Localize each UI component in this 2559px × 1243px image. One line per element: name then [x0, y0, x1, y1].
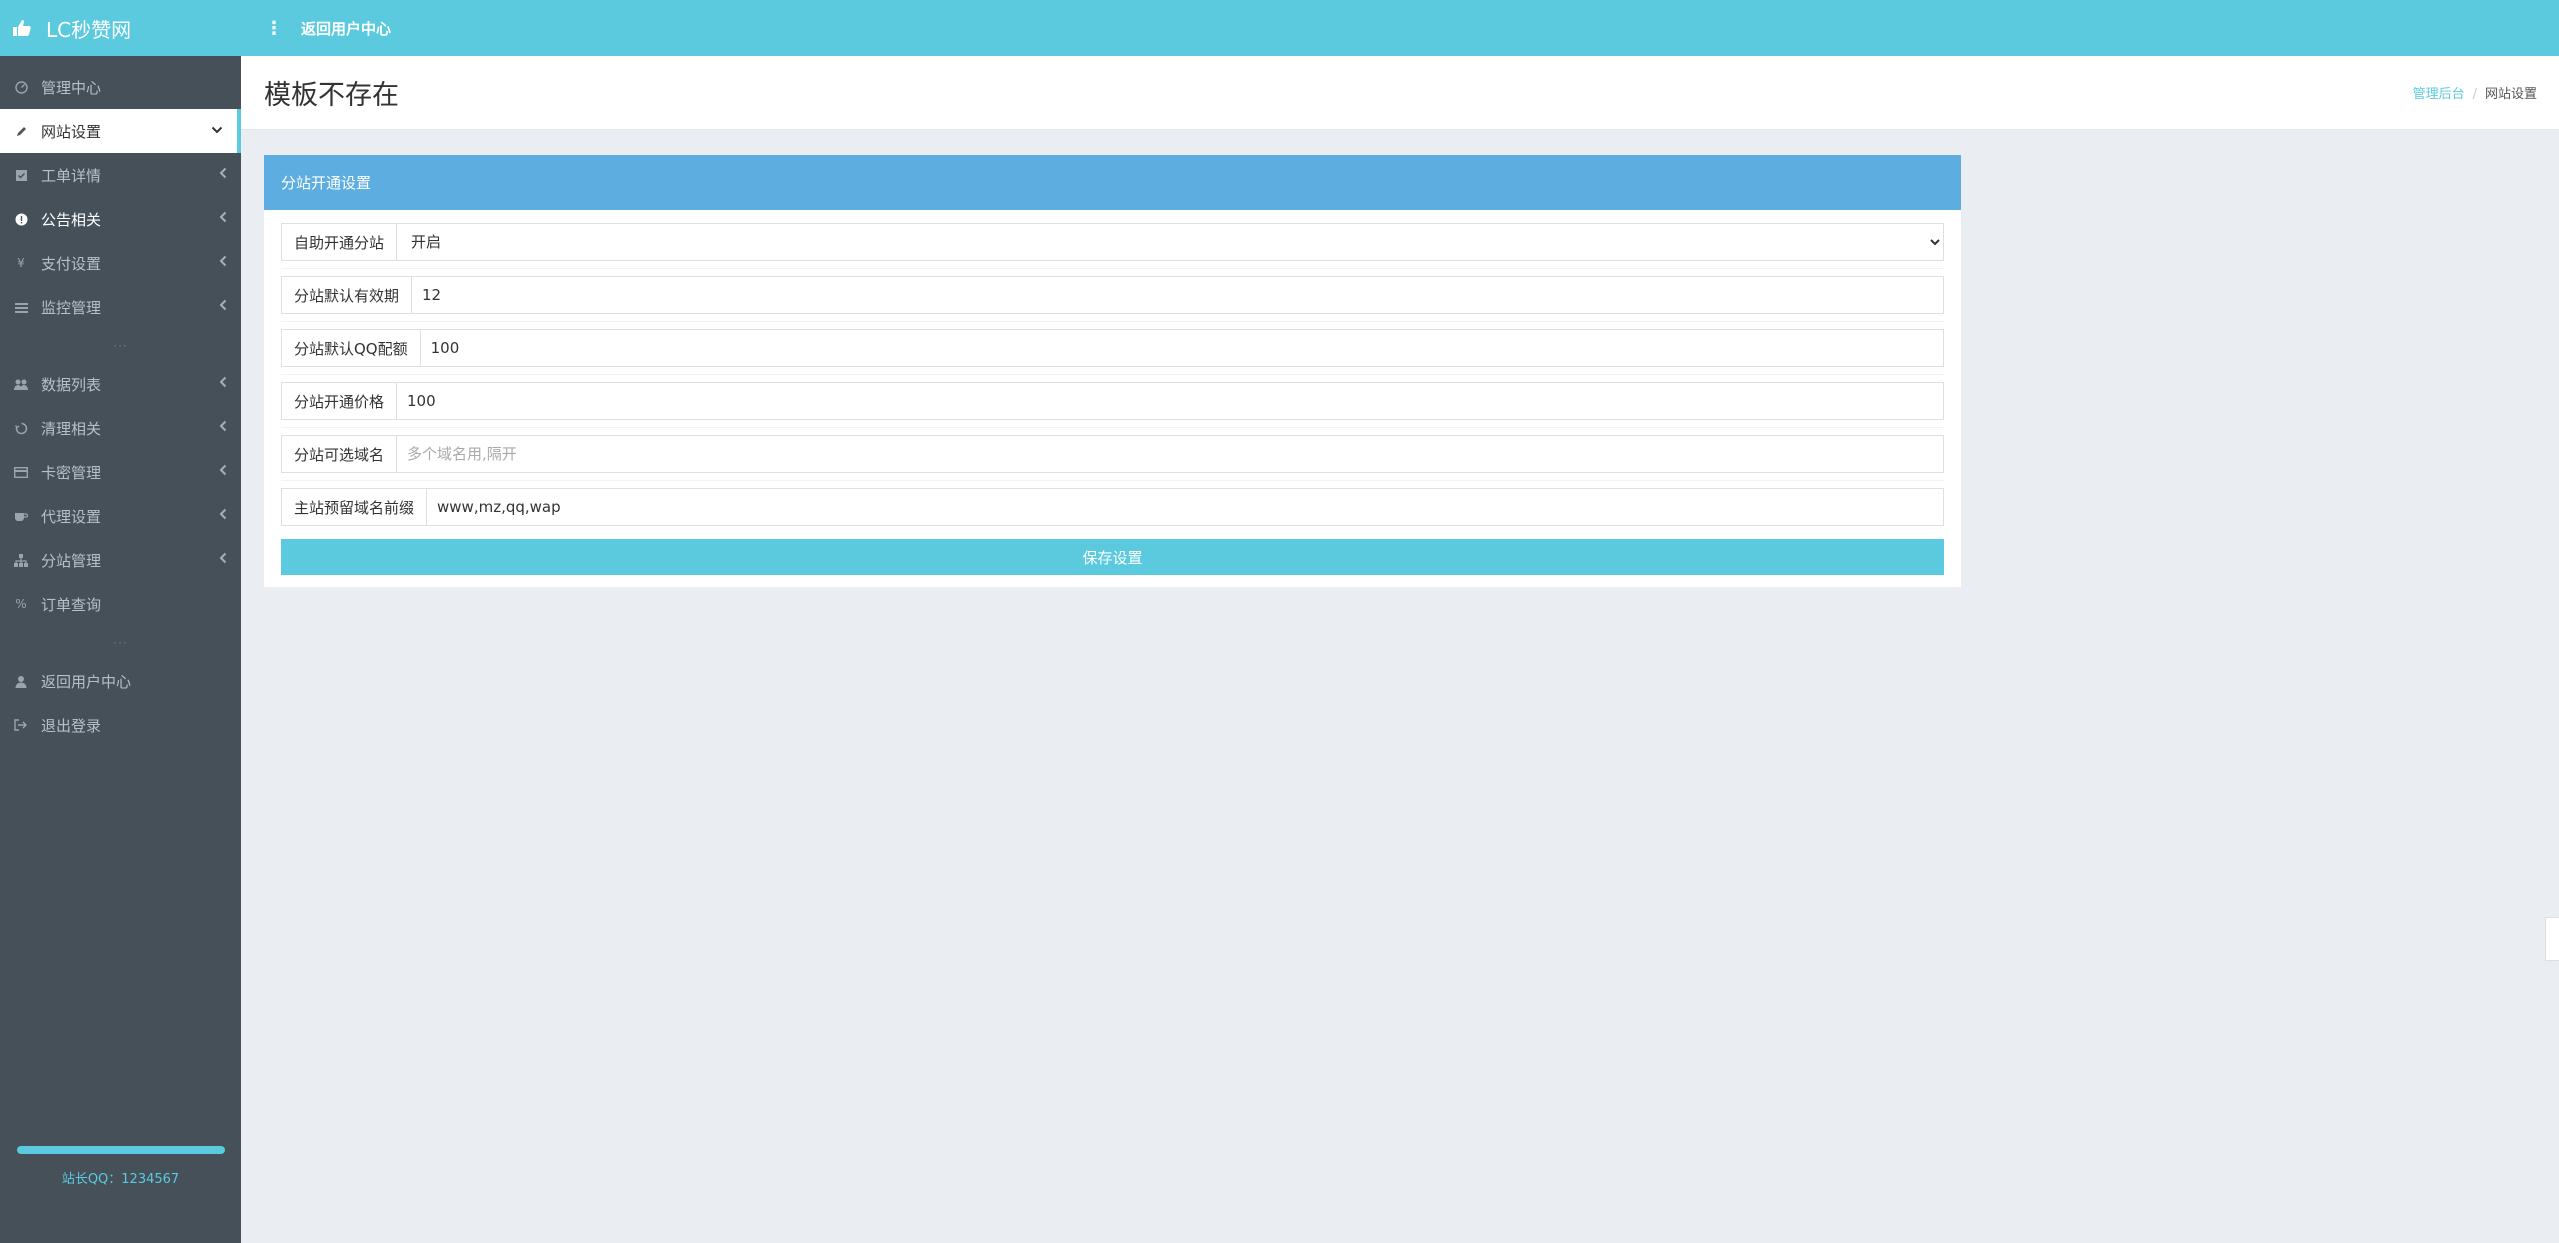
back-user-center-link[interactable]: 返回用户中心 — [301, 18, 391, 39]
sidebar-item-label: 数据列表 — [41, 375, 102, 394]
brand[interactable]: LC秒赞网 — [0, 0, 241, 56]
panel-title: 分站开通设置 — [264, 155, 1961, 210]
dashboard-icon — [14, 80, 28, 94]
input-group: 自助开通分站 开启 — [281, 223, 1944, 261]
sidebar-item-label: 网站设置 — [41, 122, 102, 141]
owner-qq: 站长QQ：1234567 — [61, 1172, 180, 1187]
page-header: 模板不存在 管理后台 / 网站设置 — [241, 56, 2559, 130]
chevron-left-icon — [219, 508, 227, 524]
sidebar-item-label: 监控管理 — [41, 298, 102, 317]
sitemap-icon — [14, 553, 28, 567]
users-icon — [14, 377, 28, 391]
sidebar-item-logout[interactable]: 退出登录 — [0, 703, 241, 747]
breadcrumb-home-link[interactable]: 管理后台 — [2413, 87, 2465, 102]
sidebar-item-label: 返回用户中心 — [41, 672, 132, 691]
sidebar-item-substation[interactable]: 分站管理 — [0, 538, 241, 582]
form-row-qq-quota: 分站默认QQ配额 — [281, 322, 1944, 375]
validity-input[interactable] — [412, 277, 1943, 313]
form-row-reserved-prefix: 主站预留域名前缀 — [281, 481, 1944, 533]
field-label: 主站预留域名前缀 — [282, 489, 428, 525]
sidebar-item-site-settings[interactable]: 网站设置 — [0, 109, 241, 153]
qq-quota-input[interactable] — [420, 330, 1943, 366]
chevron-left-icon — [219, 464, 227, 480]
progress-bar — [17, 1146, 225, 1154]
breadcrumb-current: 网站设置 — [2484, 87, 2537, 102]
side-float-tab[interactable] — [2545, 917, 2559, 961]
sidebar-item-label: 卡密管理 — [41, 463, 102, 482]
checkbox-icon — [14, 168, 28, 182]
form-row-price: 分站开通价格 — [281, 375, 1944, 428]
input-group: 分站开通价格 — [281, 382, 1944, 420]
domains-input[interactable] — [397, 436, 1943, 472]
chevron-left-icon — [219, 299, 227, 315]
substation-settings-panel: 分站开通设置 自助开通分站 开启 分站默认有效期 分站默认QQ配额 分 — [264, 155, 1961, 587]
field-label: 分站可选域名 — [282, 436, 398, 472]
chevron-left-icon — [219, 211, 227, 227]
sidebar-item-payment[interactable]: ¥ 支付设置 — [0, 241, 241, 285]
info-circle-icon — [14, 212, 28, 226]
form-row-self-open: 自助开通分站 开启 — [281, 216, 1944, 269]
sidebar-item-label: 公告相关 — [41, 210, 102, 229]
sign-out-icon — [14, 718, 28, 732]
form-row-validity: 分站默认有效期 — [281, 269, 1944, 322]
sidebar: 管理中心 网站设置 工单详情 公告相关 ¥ 支付设置 监控管理 ··· 数据列表… — [0, 56, 241, 1243]
brand-name: LC秒赞网 — [46, 17, 132, 42]
list-icon — [14, 300, 28, 314]
credit-card-icon — [14, 465, 28, 479]
sidebar-toggle-icon[interactable]: ⋮ — [265, 18, 283, 39]
sidebar-item-cards[interactable]: 卡密管理 — [0, 450, 241, 494]
input-group: 主站预留域名前缀 — [281, 488, 1944, 526]
sidebar-item-announcements[interactable]: 公告相关 — [0, 197, 241, 241]
sidebar-item-label: 支付设置 — [41, 254, 102, 273]
sidebar-item-dashboard[interactable]: 管理中心 — [0, 65, 241, 109]
sidebar-item-back-user[interactable]: 返回用户中心 — [0, 659, 241, 703]
sidebar-separator: ··· — [113, 635, 128, 650]
price-input[interactable] — [397, 383, 1943, 419]
chevron-left-icon — [219, 552, 227, 568]
chevron-down-icon — [211, 123, 223, 139]
sidebar-separator: ··· — [113, 338, 128, 353]
field-label: 分站开通价格 — [282, 383, 398, 419]
chevron-left-icon — [219, 420, 227, 436]
save-button[interactable]: 保存设置 — [281, 539, 1944, 575]
percent-icon: % — [15, 597, 27, 611]
breadcrumb-separator: / — [2472, 87, 2477, 102]
field-label: 分站默认QQ配额 — [282, 330, 421, 366]
sidebar-item-label: 订单查询 — [41, 595, 102, 614]
input-group: 分站默认QQ配额 — [281, 329, 1944, 367]
chevron-left-icon — [219, 167, 227, 183]
field-label: 分站默认有效期 — [282, 277, 413, 313]
sidebar-item-orders[interactable]: % 订单查询 — [0, 582, 241, 626]
coffee-icon — [14, 509, 28, 523]
sidebar-item-data-list[interactable]: 数据列表 — [0, 362, 241, 406]
form-row-domains: 分站可选域名 — [281, 428, 1944, 481]
input-group: 分站可选域名 — [281, 435, 1944, 473]
top-header: LC秒赞网 ⋮ 返回用户中心 — [0, 0, 2559, 56]
sidebar-item-label: 工单详情 — [41, 166, 102, 185]
page-title: 模板不存在 — [264, 80, 399, 111]
sidebar-item-label: 代理设置 — [41, 507, 102, 526]
sidebar-item-monitoring[interactable]: 监控管理 — [0, 285, 241, 329]
sidebar-item-cleanup[interactable]: 清理相关 — [0, 406, 241, 450]
reserved-prefix-input[interactable] — [427, 489, 1943, 525]
sidebar-item-label: 分站管理 — [41, 551, 102, 570]
chevron-left-icon — [219, 255, 227, 271]
breadcrumb: 管理后台 / 网站设置 — [2413, 83, 2537, 102]
sidebar-item-label: 管理中心 — [41, 78, 102, 97]
sidebar-item-label: 退出登录 — [41, 716, 102, 735]
sidebar-item-tickets[interactable]: 工单详情 — [0, 153, 241, 197]
user-icon — [14, 674, 28, 688]
sidebar-item-label: 清理相关 — [41, 419, 102, 438]
yen-icon: ¥ — [17, 256, 25, 270]
chevron-left-icon — [219, 376, 227, 392]
thumbs-up-icon — [13, 20, 31, 36]
pencil-icon — [14, 124, 28, 138]
self-open-select[interactable]: 开启 — [397, 224, 1943, 260]
panel-body: 自助开通分站 开启 分站默认有效期 分站默认QQ配额 分站开通价格 — [264, 210, 1961, 587]
recycle-icon — [14, 421, 28, 435]
field-label: 自助开通分站 — [282, 224, 398, 260]
sidebar-item-agent[interactable]: 代理设置 — [0, 494, 241, 538]
input-group: 分站默认有效期 — [281, 276, 1944, 314]
